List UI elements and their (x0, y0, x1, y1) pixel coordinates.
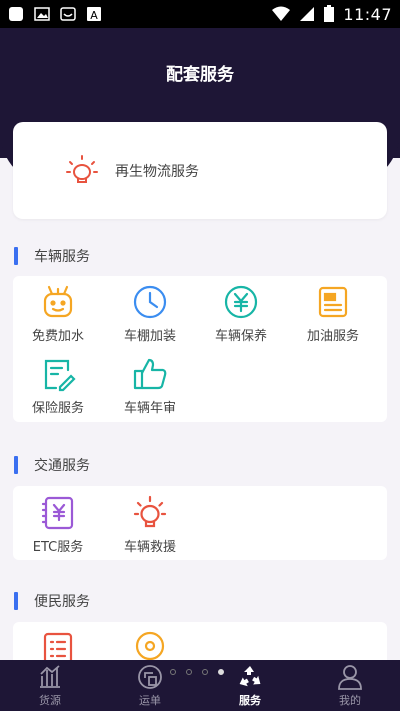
chart-icon (40, 665, 60, 688)
water-bot-icon (43, 285, 73, 318)
recycle-logistics-card[interactable]: 再生物流服务 (13, 122, 387, 219)
service-rescue[interactable]: 车辆救援 (105, 495, 195, 555)
service-label: 保险服务 (31, 401, 84, 416)
signal-icon (300, 7, 315, 21)
section-traffic-title: 交通服务 (14, 455, 90, 475)
service-etc[interactable]: ETC服务 (13, 495, 103, 555)
page-dot (186, 669, 192, 675)
lightbulb-icon (66, 154, 98, 183)
service-free-water[interactable]: 免费加水 (13, 284, 103, 344)
document-icon (318, 286, 348, 318)
waybill-icon (138, 665, 162, 689)
image-icon (9, 7, 23, 21)
service-fuel[interactable]: 加油服务 (288, 284, 378, 344)
photo-icon (34, 7, 50, 21)
service-label: ETC服务 (32, 540, 84, 555)
service-insurance[interactable]: 保险服务 (13, 356, 103, 416)
nav-label: 我的 (339, 694, 361, 707)
page-dot-active (218, 669, 224, 675)
section-accent-bar (14, 247, 18, 265)
lightbulb-icon (133, 495, 167, 528)
service-maintenance[interactable]: 车辆保养 (196, 284, 286, 344)
traffic-services-card: ETC服务 车辆救援 (13, 486, 387, 560)
user-icon (338, 665, 362, 690)
section-vehicle-label: 车辆服务 (34, 249, 90, 265)
section-accent-bar (14, 456, 18, 474)
service-label: 车辆救援 (123, 540, 176, 555)
yen-circle-icon (224, 285, 258, 319)
status-bar: A 11:47 (0, 0, 400, 28)
edit-doc-icon (44, 359, 76, 392)
service-label: 加油服务 (306, 329, 359, 344)
thumbs-up-icon (133, 358, 167, 390)
service-label: 车棚加装 (123, 329, 176, 344)
page-dot (170, 669, 176, 675)
bottom-nav: 货源 运单 服务 我的 (0, 660, 400, 711)
section-convenience-label: 便民服务 (34, 594, 90, 610)
section-traffic-label: 交通服务 (34, 458, 90, 474)
clock-time: 11:47 (343, 4, 392, 24)
svg-text:A: A (90, 9, 98, 22)
service-label: 免费加水 (31, 329, 84, 344)
page-title: 配套服务 (166, 65, 234, 85)
vehicle-services-card: 免费加水 车棚加装 车辆保养 加油服务 保险服务 车辆年审 (13, 276, 387, 422)
nav-item-mine[interactable]: 我的 (310, 664, 390, 708)
page-dot (202, 669, 208, 675)
service-label: 车辆保养 (214, 329, 267, 344)
page-indicator (170, 669, 224, 675)
clock-icon (133, 285, 167, 319)
etc-card-icon (41, 496, 74, 530)
wifi-icon (272, 6, 291, 21)
nav-label: 货源 (39, 694, 61, 707)
battery-icon (324, 5, 335, 22)
nav-label: 运单 (139, 694, 161, 707)
recycle-label: 再生物流服务 (115, 163, 199, 180)
service-carport[interactable]: 车棚加装 (105, 284, 195, 344)
nav-label: 服务 (239, 694, 261, 707)
recycle-icon (239, 666, 261, 687)
section-accent-bar (14, 592, 18, 610)
section-vehicle-title: 车辆服务 (14, 246, 90, 266)
section-convenience-title: 便民服务 (14, 591, 90, 611)
service-label: 车辆年审 (123, 401, 176, 416)
smiley-icon (60, 7, 76, 21)
service-annual-review[interactable]: 车辆年审 (105, 356, 195, 416)
text-icon: A (87, 7, 101, 22)
nav-item-cargo[interactable]: 货源 (10, 664, 90, 708)
